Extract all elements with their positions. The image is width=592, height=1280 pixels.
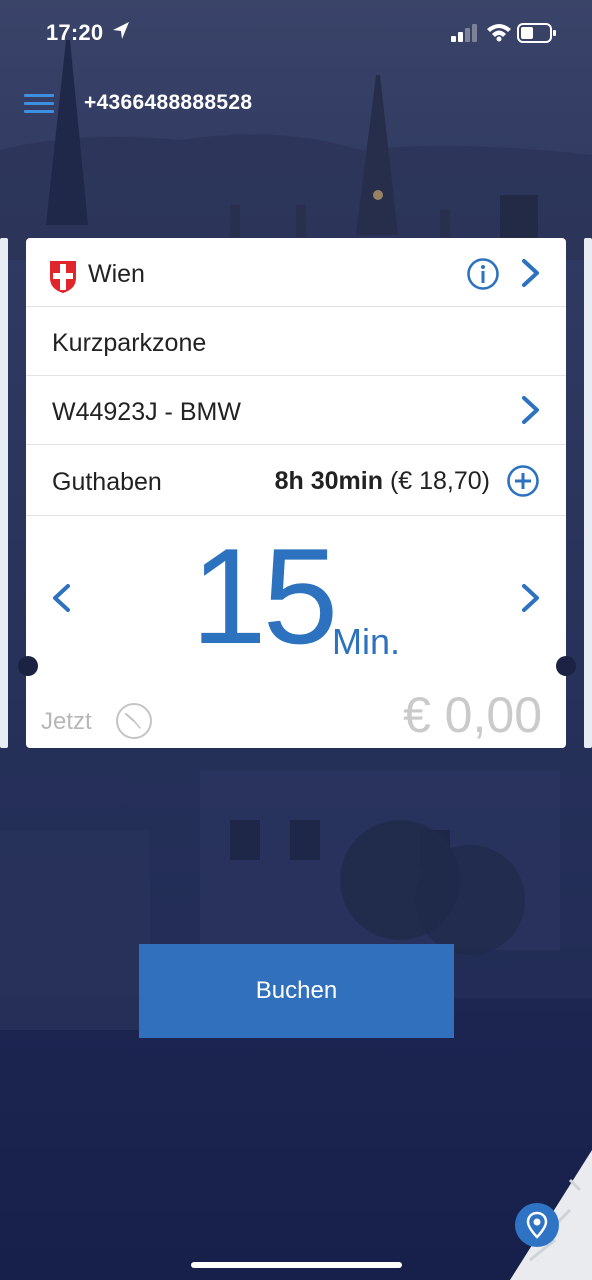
hamburger-menu-icon[interactable] — [24, 92, 56, 116]
location-pin-icon[interactable] — [515, 1203, 559, 1247]
vehicle-row[interactable]: W44923J - BMW — [26, 376, 566, 445]
location-arrow-icon — [113, 22, 129, 39]
previous-card-peek — [0, 238, 8, 748]
start-time-label[interactable]: Jetzt — [41, 708, 92, 736]
card-notch-left — [18, 656, 38, 676]
battery-icon — [517, 23, 556, 43]
clock-icon[interactable] — [115, 702, 153, 740]
balance-row: Guthaben 8h 30min (€ 18,70) — [26, 445, 566, 516]
decrease-duration-chevron-left-icon[interactable] — [50, 583, 72, 613]
duration-value: 15 — [191, 520, 338, 672]
balance-label: Guthaben — [52, 468, 162, 496]
duration-unit: Min. — [332, 621, 401, 662]
balance-amount: (€ 18,70) — [389, 467, 490, 495]
price-value: € 0,00 — [402, 687, 542, 743]
phone-number: +4366488888528 — [84, 91, 253, 114]
plus-circle-icon[interactable] — [506, 464, 540, 498]
home-indicator — [191, 1262, 402, 1268]
chevron-right-icon[interactable] — [520, 395, 542, 425]
vienna-coat-of-arms-icon — [50, 261, 76, 293]
city-label: Wien — [88, 260, 145, 288]
parking-ticket-card: Wien Kurzparkzone W44923J - BMW Guthaben… — [26, 238, 566, 748]
increase-duration-chevron-right-icon[interactable] — [520, 583, 542, 613]
city-row[interactable]: Wien — [26, 238, 566, 307]
status-bar: 17:20 — [0, 0, 592, 66]
balance-value: 8h 30min (€ 18,70) — [275, 467, 490, 496]
info-icon[interactable] — [466, 257, 500, 291]
chevron-right-icon[interactable] — [520, 258, 542, 288]
wifi-icon — [487, 24, 511, 42]
balance-time: 8h 30min — [274, 467, 383, 495]
status-time: 17:20 — [46, 20, 104, 45]
zone-row: Kurzparkzone — [26, 307, 566, 376]
vehicle-label: W44923J - BMW — [52, 398, 241, 426]
cellular-signal-icon — [451, 24, 477, 42]
next-card-peek — [584, 238, 592, 748]
card-notch-right — [556, 656, 576, 676]
zone-label: Kurzparkzone — [52, 329, 207, 357]
book-button[interactable]: Buchen — [139, 944, 454, 1038]
